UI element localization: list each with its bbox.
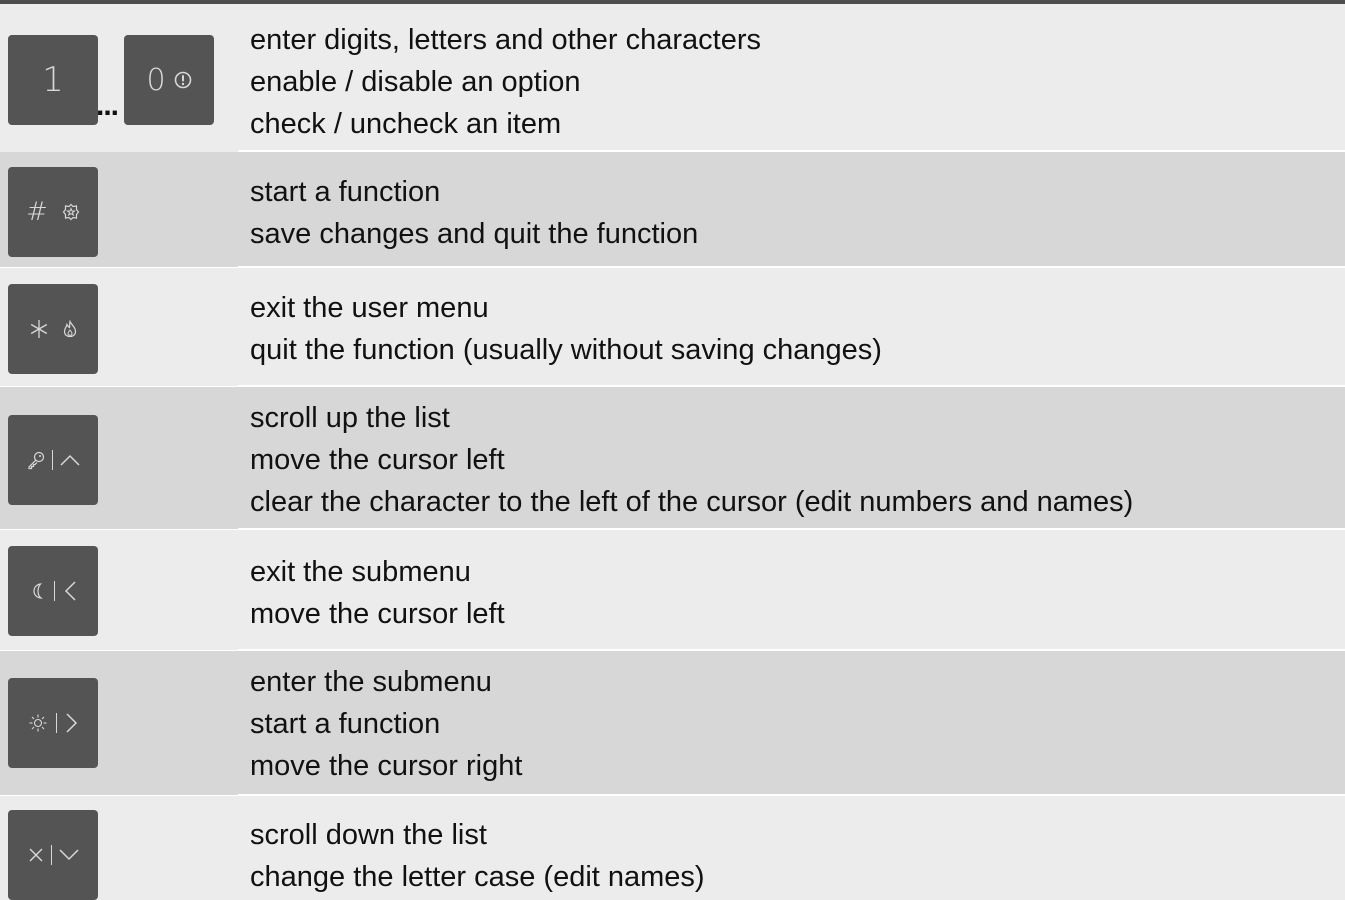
key-row-left: exit the submenu move the cursor left bbox=[0, 530, 1345, 650]
description-line: change the letter case (edit names) bbox=[250, 861, 705, 893]
description-line: clear the character to the left of the c… bbox=[250, 486, 1134, 518]
chevron-up-icon bbox=[59, 454, 80, 466]
description-line: quit the function (usually without savin… bbox=[250, 334, 882, 366]
key-hash-label: # bbox=[26, 197, 48, 227]
description-line: move the cursor left bbox=[250, 598, 505, 630]
key-up[interactable] bbox=[8, 415, 98, 505]
key-1-label: 1 bbox=[42, 60, 64, 100]
row-2-descriptions: start a function save changes and quit t… bbox=[250, 171, 698, 255]
description-line: move the cursor left bbox=[250, 444, 505, 476]
sun-icon bbox=[29, 714, 46, 732]
description-line: enable / disable an option bbox=[250, 66, 581, 98]
key-0[interactable]: 0 bbox=[124, 35, 214, 125]
key-divider bbox=[53, 581, 55, 601]
row-3-descriptions: exit the user menu quit the function (us… bbox=[250, 287, 882, 371]
row-7-descriptions: scroll down the list change the letter c… bbox=[250, 814, 705, 898]
key-row-hash: # start a function save changes and quit… bbox=[0, 152, 1345, 267]
key-0-label: 0 bbox=[146, 62, 166, 98]
chevron-right-icon bbox=[65, 713, 77, 733]
chevron-down-icon bbox=[58, 849, 79, 861]
key-left[interactable] bbox=[8, 546, 98, 636]
description-line: enter the submenu bbox=[250, 666, 492, 698]
moon-icon bbox=[32, 583, 43, 599]
row-4-descriptions: scroll up the list move the cursor left … bbox=[250, 397, 1133, 523]
key-divider bbox=[50, 845, 52, 865]
key-icon bbox=[27, 451, 44, 470]
key-row-down: scroll down the list change the letter c… bbox=[0, 796, 1345, 900]
key-row-star: * exit the user menu quit the function (… bbox=[0, 268, 1345, 386]
row-5-descriptions: exit the submenu move the cursor left bbox=[250, 551, 505, 635]
row-6-descriptions: enter the submenu start a function move … bbox=[250, 661, 522, 787]
key-row-digits: 1 ... 0 enter digits, letters and other … bbox=[0, 4, 1345, 152]
key-row-up: scroll up the list move the cursor left … bbox=[0, 387, 1345, 529]
key-1[interactable]: 1 bbox=[8, 35, 98, 125]
description-line: enter digits, letters and other characte… bbox=[250, 24, 761, 56]
description-line: exit the user menu bbox=[250, 292, 489, 324]
description-line: move the cursor right bbox=[250, 750, 523, 782]
exclamation-circle-icon bbox=[174, 71, 191, 89]
chevron-left-icon bbox=[64, 581, 76, 601]
description-line: start a function bbox=[250, 708, 441, 740]
key-down[interactable] bbox=[8, 810, 98, 900]
police-badge-icon bbox=[62, 203, 80, 221]
flame-icon bbox=[63, 320, 77, 338]
key-divider bbox=[51, 450, 53, 470]
description-line: check / uncheck an item bbox=[250, 108, 562, 140]
key-row-right: enter the submenu start a function move … bbox=[0, 651, 1345, 795]
description-line: exit the submenu bbox=[250, 556, 471, 588]
description-line: scroll down the list bbox=[250, 819, 487, 851]
key-hash[interactable]: # bbox=[8, 167, 98, 257]
key-divider bbox=[55, 713, 57, 733]
ellipsis: ... bbox=[96, 89, 119, 122]
row-1-descriptions: enter digits, letters and other characte… bbox=[250, 19, 761, 145]
description-line: start a function bbox=[250, 176, 441, 208]
cross-icon bbox=[29, 848, 42, 862]
description-line: scroll up the list bbox=[250, 402, 450, 434]
key-right[interactable] bbox=[8, 678, 98, 768]
key-star[interactable]: * bbox=[8, 284, 98, 374]
asterisk-icon bbox=[30, 320, 48, 338]
description-line: save changes and quit the function bbox=[250, 218, 699, 250]
